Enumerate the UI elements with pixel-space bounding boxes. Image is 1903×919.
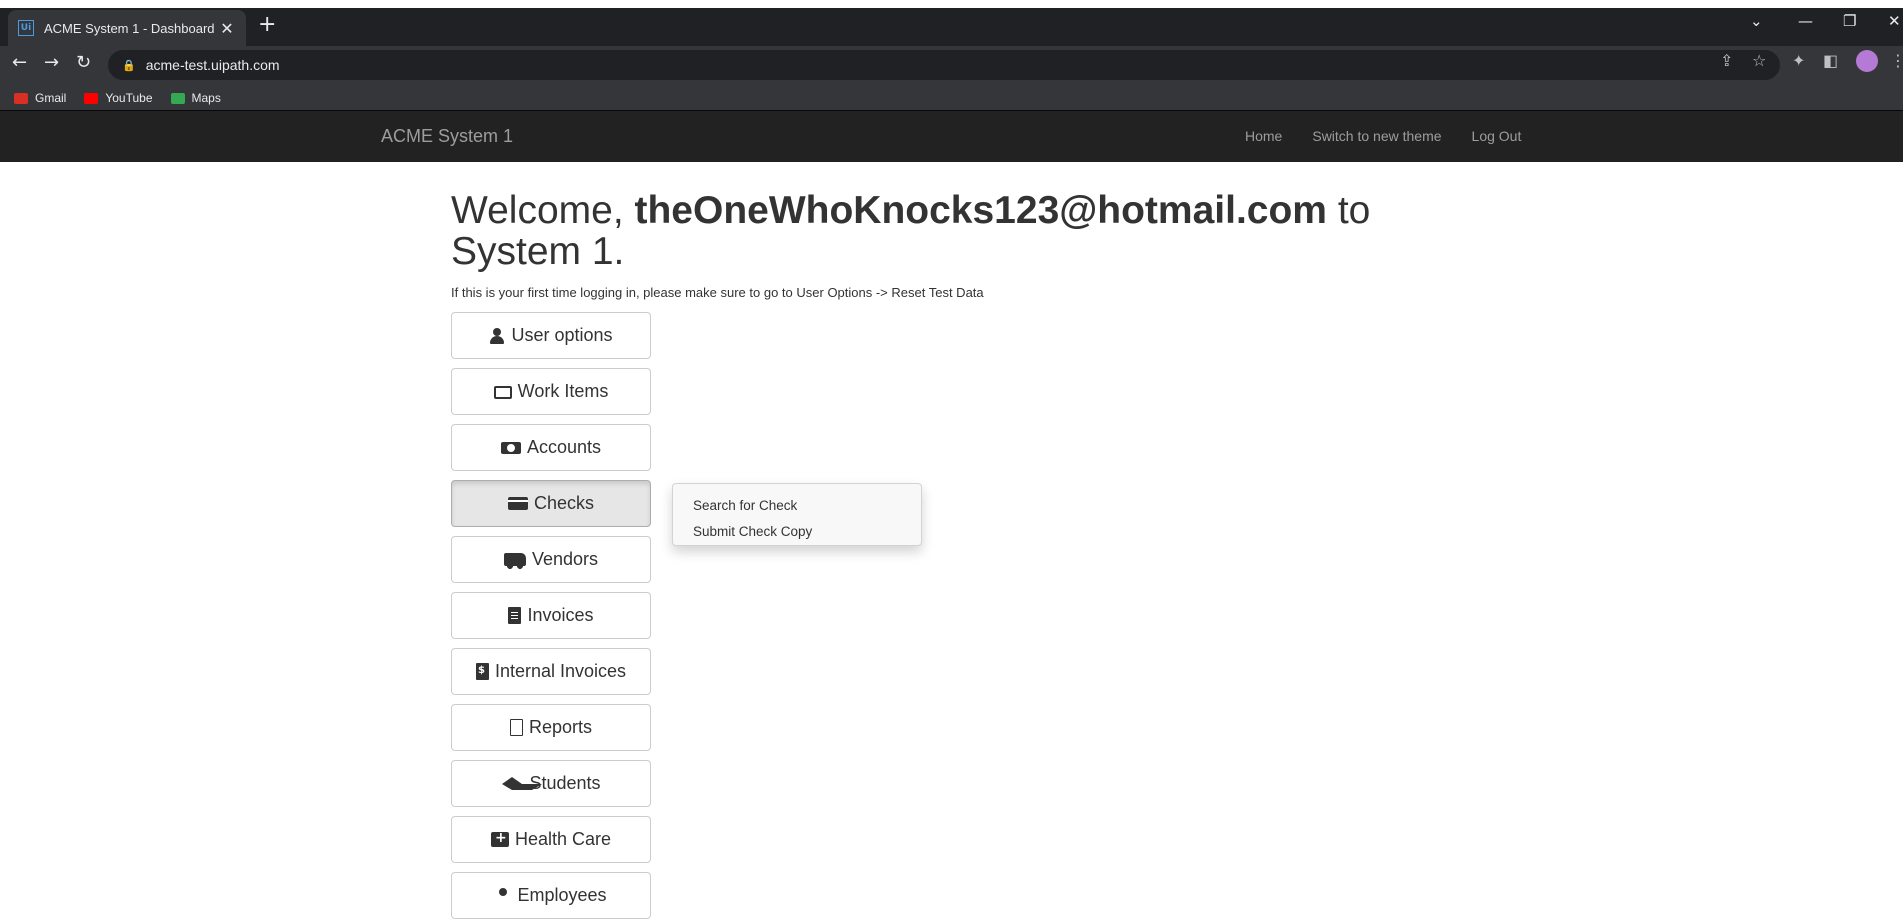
money-icon	[500, 441, 521, 454]
button-label: Work Items	[517, 381, 609, 401]
submit-check-copy-item[interactable]: Submit Check Copy	[673, 519, 921, 545]
button-label: User options	[511, 325, 613, 345]
work-items-button[interactable]: Work Items	[451, 368, 651, 415]
welcome-prefix: Welcome,	[451, 189, 635, 232]
back-icon[interactable]: ←	[12, 52, 27, 73]
button-label: Internal Invoices	[494, 661, 627, 681]
app-navbar: ACME System 1 Home Switch to new theme L…	[0, 110, 1903, 162]
uipath-favicon-icon: Ui	[18, 20, 34, 36]
browser-tab-bar: Ui ACME System 1 - Dashboard ✕ + ⌄ — ❐ ✕	[0, 0, 1903, 46]
brand-title[interactable]: ACME System 1	[381, 126, 513, 147]
dashboard-main: Welcome, theOneWhoKnocks123@hotmail.com …	[451, 190, 1451, 300]
bookmark-youtube[interactable]: YouTube	[84, 91, 153, 105]
bookmark-gmail[interactable]: Gmail	[14, 91, 66, 105]
address-bar[interactable]: 🔒 acme-test.uipath.com	[108, 50, 1780, 80]
youtube-icon	[84, 92, 99, 104]
bookmark-maps[interactable]: Maps	[170, 91, 221, 105]
vendors-button[interactable]: Vendors	[451, 536, 651, 583]
button-label: Checks	[533, 493, 595, 513]
bookmark-label: YouTube	[105, 91, 153, 105]
profile-avatar[interactable]	[1856, 50, 1878, 72]
tab-title: ACME System 1 - Dashboard	[44, 20, 215, 36]
close-window-icon[interactable]: ✕	[1888, 12, 1901, 30]
lock-icon: 🔒	[122, 58, 136, 72]
medical-kit-icon	[490, 830, 509, 847]
folder-open-icon	[493, 386, 512, 399]
side-panel-icon[interactable]: ◧	[1823, 51, 1838, 70]
accounts-button[interactable]: Accounts	[451, 424, 651, 471]
chrome-menu-icon[interactable]: ⋮	[1890, 51, 1903, 70]
button-label: Employees	[517, 885, 607, 905]
bookmarks-bar: Gmail YouTube Maps	[0, 86, 1903, 110]
credit-card-icon	[507, 497, 528, 510]
restore-icon[interactable]: ❐	[1843, 12, 1856, 30]
button-label: Health Care	[514, 829, 612, 849]
checks-button[interactable]: Checks	[451, 480, 651, 527]
truck-icon	[503, 553, 526, 569]
bookmark-star-icon[interactable]: ☆	[1752, 51, 1766, 70]
report-icon	[509, 719, 523, 736]
welcome-username: theOneWhoKnocks123@hotmail.com	[634, 189, 1327, 232]
employees-button[interactable]: Employees	[451, 872, 651, 919]
button-label: Accounts	[526, 437, 602, 457]
graduation-cap-icon	[501, 776, 543, 791]
button-label: Vendors	[531, 549, 599, 569]
first-login-info: If this is your first time logging in, p…	[451, 285, 984, 300]
browser-tab[interactable]: Ui ACME System 1 - Dashboard ✕	[8, 10, 246, 46]
health-care-button[interactable]: Health Care	[451, 816, 651, 863]
minimize-icon[interactable]: —	[1798, 12, 1813, 30]
students-button[interactable]: Students	[451, 760, 651, 807]
internal-invoice-icon	[475, 663, 489, 680]
url-text: acme-test.uipath.com	[145, 57, 280, 73]
user-icon	[489, 327, 505, 344]
new-tab-button[interactable]: +	[258, 12, 276, 37]
reports-button[interactable]: Reports	[451, 704, 651, 751]
employee-icon	[495, 887, 511, 904]
maps-icon	[170, 92, 185, 104]
search-for-check-item[interactable]: Search for Check	[673, 493, 921, 519]
bookmark-label: Maps	[191, 91, 221, 105]
window-top-edge	[0, 0, 1903, 8]
nav-logout-link[interactable]: Log Out	[1472, 128, 1522, 144]
button-label: Reports	[528, 717, 593, 737]
welcome-heading: Welcome, theOneWhoKnocks123@hotmail.com …	[451, 190, 1451, 272]
forward-icon[interactable]: →	[44, 52, 59, 73]
nav-links: Home Switch to new theme Log Out	[1245, 128, 1551, 144]
tab-search-icon[interactable]: ⌄	[1750, 12, 1763, 30]
browser-toolbar: ← → ↻ 🔒 acme-test.uipath.com ⇪ ☆ ✦ ◧ ⋮	[0, 46, 1903, 86]
bookmark-label: Gmail	[35, 91, 67, 105]
share-icon[interactable]: ⇪	[1720, 51, 1733, 70]
tab-close-icon[interactable]: ✕	[218, 19, 236, 38]
nav-switch-theme-link[interactable]: Switch to new theme	[1312, 128, 1441, 144]
extensions-icon[interactable]: ✦	[1792, 51, 1805, 70]
gmail-icon	[14, 92, 28, 104]
user-options-button[interactable]: User options	[451, 312, 651, 359]
invoice-icon	[508, 607, 522, 624]
invoices-button[interactable]: Invoices	[451, 592, 651, 639]
nav-home-link[interactable]: Home	[1245, 128, 1282, 144]
reload-icon[interactable]: ↻	[76, 52, 91, 73]
internal-invoices-button[interactable]: Internal Invoices	[451, 648, 651, 695]
button-label: Invoices	[527, 605, 594, 625]
checks-dropdown-menu: Search for Check Submit Check Copy	[672, 483, 922, 546]
